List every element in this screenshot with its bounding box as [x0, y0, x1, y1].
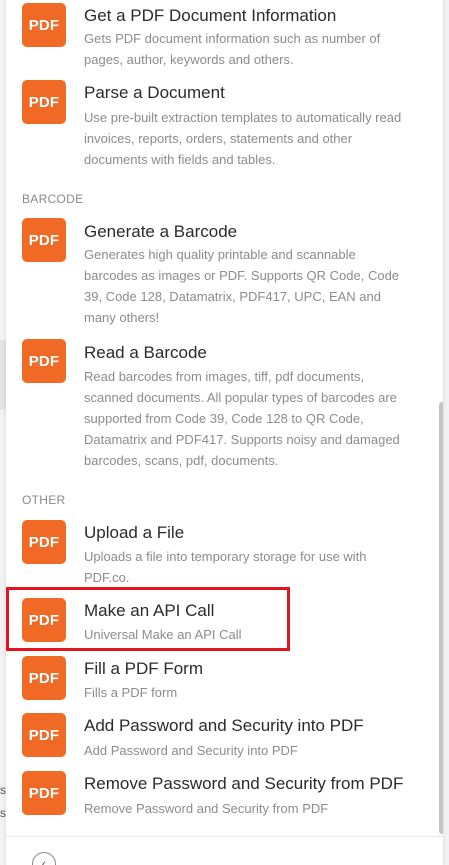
module-title: Get a PDF Document Information [84, 6, 337, 25]
module-description: Use pre-built extraction templates to au… [84, 110, 402, 167]
section-header-barcode: BARCODE [22, 192, 84, 206]
module-description: Read barcodes from images, tiff, pdf doc… [84, 369, 400, 468]
pdf-co-icon: PDF [22, 218, 66, 262]
module-description: Fills a PDF form [84, 685, 178, 700]
module-list-panel: PDF Get a PDF Document Information Gets … [6, 0, 443, 865]
pdf-co-icon: PDF [22, 771, 66, 815]
module-title: Upload a File [84, 523, 185, 542]
module-title: Generate a Barcode [84, 222, 238, 241]
highlight-box [6, 587, 290, 651]
pdf-co-icon: PDF [22, 520, 66, 564]
module-title: Read a Barcode [84, 343, 207, 362]
module-title: Add Password and Security into PDF [84, 716, 364, 735]
pdf-co-icon: PDF [22, 656, 66, 700]
pdf-co-icon: PDF [22, 339, 66, 383]
module-title: Parse a Document [84, 83, 225, 102]
scrollbar-thumb[interactable] [439, 402, 443, 834]
module-title: Remove Password and Security from PDF [84, 774, 404, 793]
pdf-co-icon: PDF [22, 80, 66, 124]
section-header-other: OTHER [22, 493, 66, 507]
module-description: Add Password and Security into PDF [84, 743, 298, 758]
module-description: Gets PDF document information such as nu… [84, 31, 381, 67]
module-description: Remove Password and Security from PDF [84, 801, 329, 816]
footer-divider [6, 836, 443, 837]
module-description: Generates high quality printable and sca… [84, 247, 400, 325]
pdf-co-icon: PDF [22, 3, 66, 47]
module-description: Uploads a file into temporary storage fo… [84, 549, 367, 585]
module-title: Fill a PDF Form [84, 659, 203, 678]
arrow-left-icon[interactable]: ‹ [32, 852, 56, 865]
pdf-co-icon: PDF [22, 713, 66, 757]
